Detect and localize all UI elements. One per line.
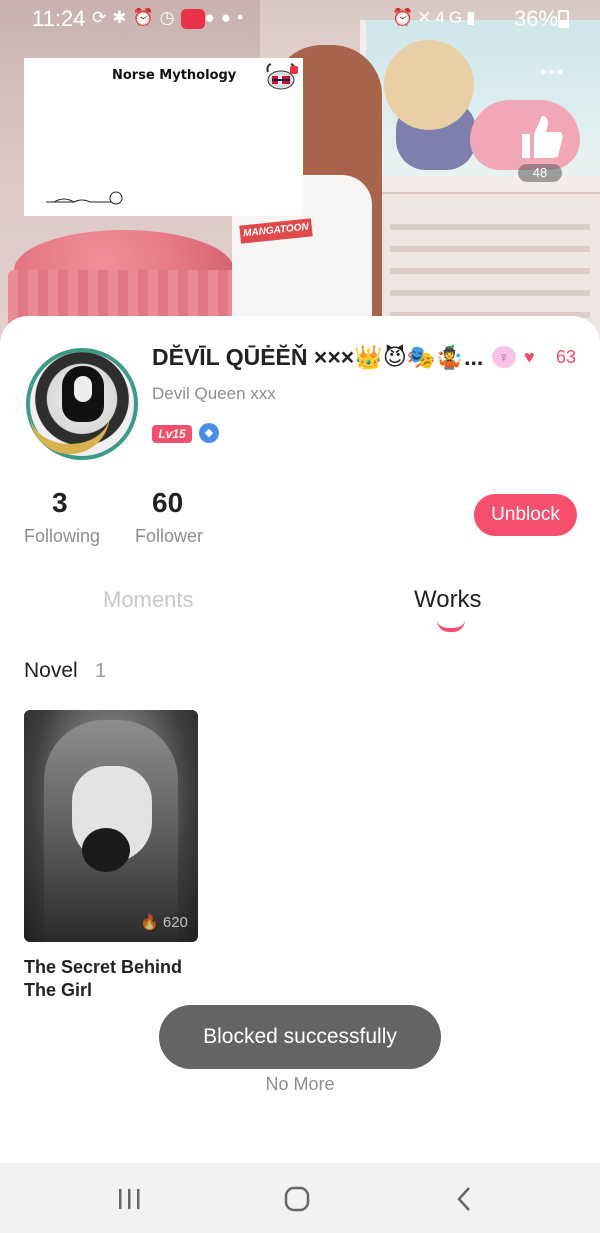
follower-count[interactable]: 60 — [152, 487, 183, 519]
profile-banner: MANGATOON Norse Mythology ••• 48 — [0, 0, 600, 345]
alert-icon: ● — [220, 8, 238, 27]
alert-icon: ● — [204, 8, 221, 27]
female-icon: ♀ — [492, 346, 516, 368]
network-label: 4G — [435, 8, 467, 27]
system-nav-bar — [0, 1163, 600, 1233]
follower-label[interactable]: Follower — [135, 526, 203, 547]
tab-works[interactable]: Works — [414, 586, 482, 614]
mute-icon: ✕ — [417, 8, 436, 27]
book-views: 🔥 620 — [140, 913, 188, 931]
cabinet-slat — [390, 224, 590, 230]
viking-helmet-icon — [266, 63, 298, 90]
list-end-text: No More — [265, 1074, 335, 1094]
display-name: DĔVĪL QŪĖĔŇ ×××👑😈🎭🤹... — [152, 344, 484, 370]
status-time: 11:24 — [32, 6, 86, 31]
following-label[interactable]: Following — [24, 526, 100, 547]
alarm-icon: ⏰ — [392, 8, 418, 27]
banner-card: Norse Mythology — [24, 58, 303, 216]
unblock-button[interactable]: Unblock — [474, 494, 577, 536]
more-notifications-icon: • — [237, 8, 250, 27]
cabinet-slat — [390, 246, 590, 252]
system-icons: ⏰✕4G▮ — [392, 8, 479, 28]
cover-art-rose — [82, 828, 130, 872]
banner-card-title: Norse Mythology — [112, 68, 237, 83]
verified-icon: ◆ — [199, 423, 219, 443]
pinwheel-icon: ✱ — [112, 8, 133, 27]
recent-apps-icon[interactable] — [109, 1181, 149, 1217]
hearts-icon: ♥ — [524, 347, 535, 367]
book-cover[interactable]: 🔥 620 — [24, 710, 198, 942]
tab-moments[interactable]: Moments — [103, 587, 193, 613]
clock-icon: ◷ — [159, 8, 181, 27]
following-count[interactable]: 3 — [52, 487, 68, 519]
battery-percent: 36% — [514, 6, 559, 31]
notification-icons: ⟳✱⏰◷ ●●• — [92, 8, 249, 29]
flame-icon: 🔥 — [140, 914, 159, 931]
sketch-figure-icon — [46, 191, 123, 205]
cabinet-slat — [390, 290, 590, 296]
like-count: 48 — [518, 164, 562, 182]
banner-bear — [384, 40, 474, 130]
banner-shelf — [380, 176, 600, 194]
book-views-count: 620 — [162, 914, 188, 931]
section-count: 1 — [95, 660, 107, 682]
book-title[interactable]: The Secret Behind The Girl — [24, 956, 199, 1002]
sync-icon: ⟳ — [92, 8, 113, 27]
status-bar: 11:24 ⟳✱⏰◷ ●●• ⏰✕4G▮ 36% — [0, 0, 600, 38]
signal-icon: ▮ — [466, 8, 480, 27]
toast-message: Blocked successfully — [159, 1005, 441, 1069]
battery-icon — [558, 10, 569, 28]
home-icon[interactable] — [277, 1181, 317, 1217]
avatar-figure — [62, 366, 104, 422]
username: Devil Queen xxx — [152, 384, 276, 403]
hearts-count: 63 — [556, 347, 577, 367]
section-title: Novel — [24, 659, 78, 682]
back-icon[interactable] — [445, 1181, 485, 1217]
mangatoon-notification-icon — [180, 8, 205, 29]
more-dots-icon[interactable]: ••• — [540, 62, 565, 83]
cabinet-slat — [390, 268, 590, 274]
level-badge: Lv15 — [152, 425, 192, 443]
alarm-icon: ⏰ — [132, 8, 160, 27]
thumbs-up-icon[interactable] — [512, 108, 568, 164]
